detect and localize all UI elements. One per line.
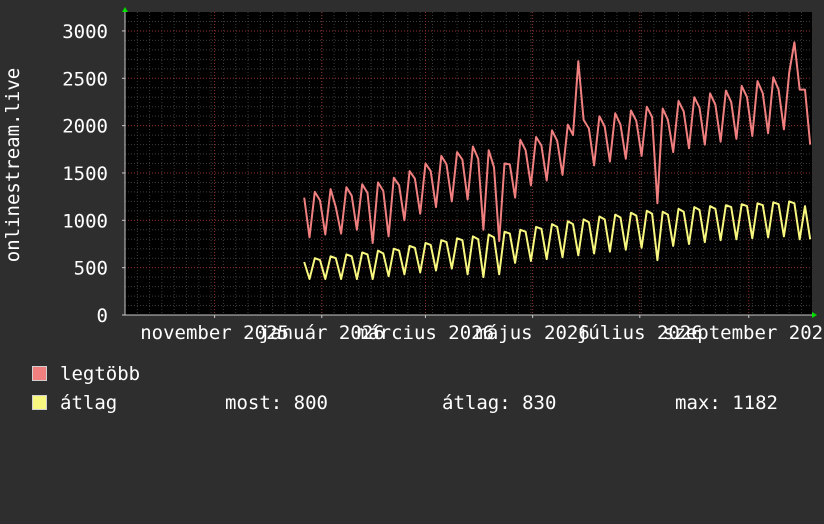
legend-item-avg: átlag most: 800 átlag: 830 max: 1182: [32, 392, 812, 414]
y-tick-label: 2000: [62, 116, 108, 138]
chart: 0 500 1000 1500 2000 2500 3000 november 2025ja…: [2, 7, 824, 344]
y-axis-arrow-icon: [122, 7, 128, 12]
x-tick-labels: november 2025január 2026március 2026máju…: [140, 322, 824, 344]
y-tick-label: 3000: [62, 21, 108, 43]
y-tick-label: 2500: [62, 68, 108, 90]
y-tick-label: 1000: [62, 210, 108, 232]
x-tick-label: május 2026: [475, 322, 589, 344]
stat-avg: átlag: 830: [442, 392, 557, 414]
y-tick-label: 500: [74, 258, 108, 280]
y-axis-label: onlinestream.live: [2, 68, 24, 262]
legend-item-max: legtöbb: [32, 363, 140, 385]
y-tick-labels: 0 500 1000 1500 2000 2500 3000: [62, 21, 108, 327]
y-tick-label: 0: [97, 305, 108, 327]
legend-label-max: legtöbb: [60, 363, 141, 385]
legend-swatch-avg: [32, 395, 47, 410]
stat-now: most: 800: [225, 392, 328, 414]
legend-label-avg: átlag: [60, 392, 118, 414]
stat-max: max: 1182: [675, 392, 778, 414]
x-tick-label: március 2026: [357, 322, 494, 344]
x-axis-arrow-icon: [812, 312, 817, 318]
legend-swatch-max: [32, 366, 47, 381]
x-tick-label: szeptember 2026: [663, 322, 824, 344]
y-tick-label: 1500: [62, 163, 108, 185]
